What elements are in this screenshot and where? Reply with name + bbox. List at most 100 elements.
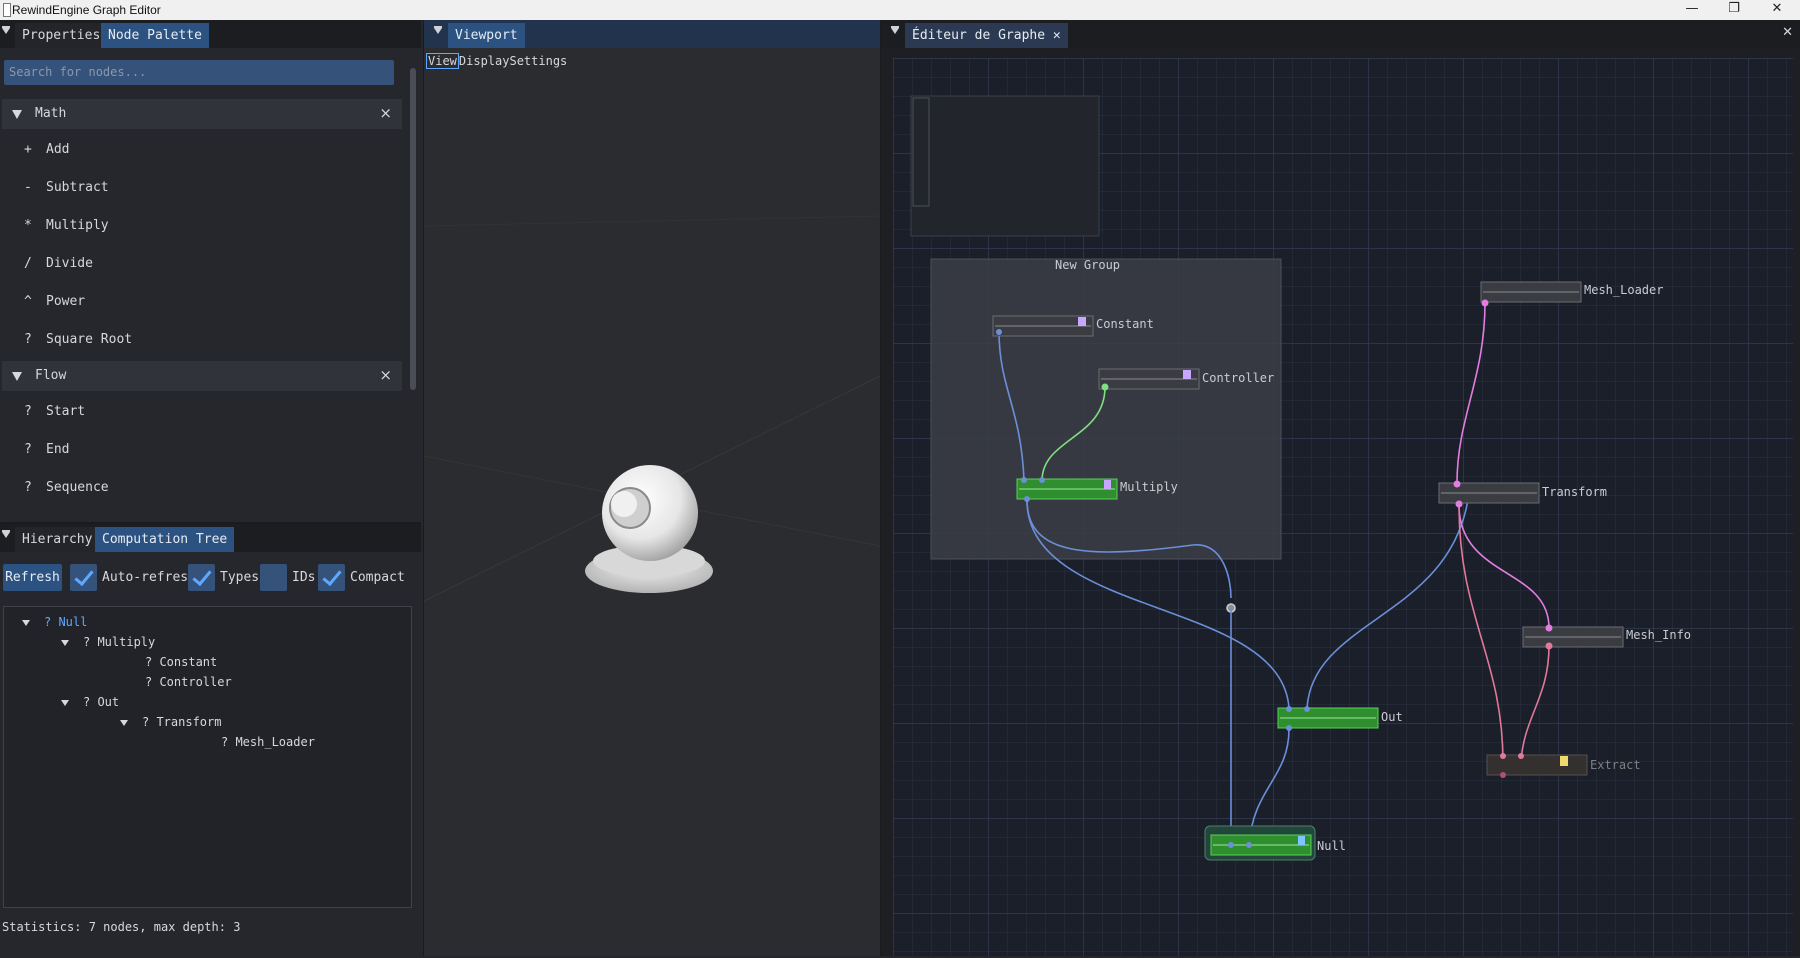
item-label: Start bbox=[46, 404, 86, 419]
refresh-button[interactable]: Refresh bbox=[3, 564, 62, 591]
item-symbol: - bbox=[24, 180, 32, 195]
panel-close-icon[interactable]: ✕ bbox=[1782, 25, 1793, 40]
item-label: Subtract bbox=[46, 180, 109, 195]
computation-tree: ? Null ? Multiply ? Constant ? Controlle… bbox=[3, 606, 412, 908]
minimap bbox=[910, 95, 1100, 237]
expand-arrow-icon[interactable] bbox=[22, 619, 30, 626]
palette-item-multiply[interactable]: * Multiply bbox=[0, 212, 400, 240]
palette-item-subtract[interactable]: - Subtract bbox=[0, 174, 400, 202]
node-label-null[interactable]: Null bbox=[1317, 839, 1346, 853]
statistics-text: Statistics: 7 nodes, max depth: 3 bbox=[2, 920, 241, 934]
group-title: New Group bbox=[1055, 258, 1121, 272]
node-label-out[interactable]: Out bbox=[1381, 710, 1403, 724]
palette-item-divide[interactable]: / Divide bbox=[0, 250, 400, 278]
node-out bbox=[1277, 706, 1379, 731]
node-multiply bbox=[1016, 477, 1118, 502]
node-search-input[interactable]: Search for nodes... bbox=[4, 60, 394, 85]
node-palette-panel: Properties Node Palette Search for nodes… bbox=[0, 20, 421, 522]
tree-node-multiply[interactable]: ? Multiply bbox=[61, 633, 155, 651]
expand-arrow-icon[interactable] bbox=[61, 699, 69, 706]
node-label-mesh-info[interactable]: Mesh_Info bbox=[1626, 628, 1691, 642]
viewport-menu: View DisplaySettings bbox=[426, 53, 567, 69]
menu-view[interactable]: View bbox=[426, 53, 459, 69]
node-controller bbox=[1098, 368, 1200, 391]
tab-graph-editor[interactable]: Éditeur de Graphe ✕ bbox=[905, 23, 1068, 48]
category-math-header[interactable]: Math × bbox=[2, 99, 402, 129]
app-icon bbox=[3, 3, 11, 17]
tree-node-controller[interactable]: ? Controller bbox=[145, 673, 232, 691]
auto-refresh-checkbox[interactable] bbox=[70, 564, 97, 591]
types-checkbox[interactable] bbox=[188, 564, 215, 591]
item-label: Divide bbox=[46, 256, 93, 271]
panel-menu-icon[interactable] bbox=[891, 26, 899, 34]
palette-item-square-root[interactable]: ? Square Root bbox=[0, 326, 400, 354]
item-symbol: ^ bbox=[24, 294, 32, 309]
node-label-transform[interactable]: Transform bbox=[1542, 485, 1607, 499]
node-label-mesh-loader[interactable]: Mesh_Loader bbox=[1584, 283, 1663, 297]
window-titlebar: RewindEngine Graph Editor — ❐ ✕ bbox=[0, 0, 1800, 20]
graph-canvas-svg[interactable] bbox=[893, 58, 1793, 956]
menu-display-settings[interactable]: DisplaySettings bbox=[459, 54, 567, 68]
item-label: Multiply bbox=[46, 218, 109, 233]
grid-line bbox=[424, 215, 880, 227]
graph-editor-panel: Éditeur de Graphe ✕ ✕ New Group Constant… bbox=[880, 20, 1800, 956]
types-label: Types bbox=[220, 570, 260, 585]
expand-arrow-icon[interactable] bbox=[61, 639, 69, 646]
palette-item-power[interactable]: ^ Power bbox=[0, 288, 400, 316]
tree-node-null[interactable]: ? Null bbox=[22, 613, 87, 631]
tab-hierarchy[interactable]: Hierarchy bbox=[15, 527, 100, 552]
item-label: Square Root bbox=[46, 332, 133, 347]
tab-node-palette[interactable]: Node Palette bbox=[101, 23, 209, 48]
category-label: Flow bbox=[35, 368, 67, 383]
viewport-panel[interactable]: Viewport View DisplaySettings bbox=[423, 20, 880, 956]
viewport-scene[interactable] bbox=[424, 76, 880, 956]
panel-menu-icon[interactable] bbox=[2, 530, 10, 538]
category-flow-header[interactable]: Flow × bbox=[2, 361, 402, 391]
tree-node-transform[interactable]: ? Transform bbox=[120, 713, 221, 731]
palette-item-sequence[interactable]: ? Sequence bbox=[0, 474, 400, 502]
item-symbol: ? bbox=[24, 332, 32, 347]
compact-label: Compact bbox=[350, 570, 405, 585]
ids-checkbox[interactable] bbox=[260, 564, 287, 591]
maximize-button[interactable]: ❐ bbox=[1714, 0, 1754, 20]
expand-arrow-icon[interactable] bbox=[120, 719, 128, 726]
panel-menu-icon[interactable] bbox=[2, 26, 10, 34]
close-icon[interactable]: × bbox=[379, 366, 392, 384]
node-label-extract[interactable]: Extract bbox=[1590, 758, 1641, 772]
node-group bbox=[930, 258, 1282, 560]
item-symbol: / bbox=[24, 256, 32, 271]
node-mesh-info bbox=[1522, 624, 1624, 650]
close-icon[interactable]: × bbox=[379, 104, 392, 122]
tab-viewport[interactable]: Viewport bbox=[448, 23, 525, 48]
palette-item-end[interactable]: ? End bbox=[0, 436, 400, 464]
collapse-triangle-icon[interactable] bbox=[12, 372, 22, 381]
close-window-button[interactable]: ✕ bbox=[1757, 0, 1797, 20]
preview-sphere-eye-highlight bbox=[611, 491, 637, 517]
tab-computation-tree[interactable]: Computation Tree bbox=[95, 527, 235, 552]
palette-scrollbar[interactable] bbox=[410, 68, 416, 390]
node-label-controller[interactable]: Controller bbox=[1202, 371, 1274, 385]
node-extract bbox=[1486, 753, 1588, 778]
minimize-button[interactable]: — bbox=[1672, 0, 1712, 20]
node-null bbox=[1204, 825, 1316, 861]
viewport-tabbar: Viewport bbox=[424, 20, 880, 48]
compact-checkbox[interactable] bbox=[318, 564, 345, 591]
palette-item-add[interactable]: + Add bbox=[0, 136, 400, 164]
tree-node-mesh-loader[interactable]: ? Mesh_Loader bbox=[221, 733, 315, 751]
palette-item-start[interactable]: ? Start bbox=[0, 398, 400, 426]
node-label-multiply[interactable]: Multiply bbox=[1120, 480, 1178, 494]
tab-close-icon[interactable]: ✕ bbox=[1053, 28, 1061, 43]
graph-tabbar: Éditeur de Graphe ✕ ✕ bbox=[881, 20, 1800, 48]
tab-properties[interactable]: Properties bbox=[15, 23, 108, 48]
tree-node-constant[interactable]: ? Constant bbox=[145, 653, 217, 671]
item-symbol: + bbox=[24, 142, 32, 157]
graph-canvas[interactable]: New Group Constant Controller Multiply M… bbox=[893, 58, 1793, 956]
node-label-constant[interactable]: Constant bbox=[1096, 317, 1154, 331]
tree-node-out[interactable]: ? Out bbox=[61, 693, 119, 711]
tree-tabbar: Hierarchy Computation Tree bbox=[0, 524, 421, 552]
palette-tabbar: Properties Node Palette bbox=[0, 20, 421, 48]
panel-menu-icon[interactable] bbox=[434, 26, 442, 34]
window-title: RewindEngine Graph Editor bbox=[12, 3, 161, 17]
item-symbol: ? bbox=[24, 404, 32, 419]
collapse-triangle-icon[interactable] bbox=[12, 110, 22, 119]
